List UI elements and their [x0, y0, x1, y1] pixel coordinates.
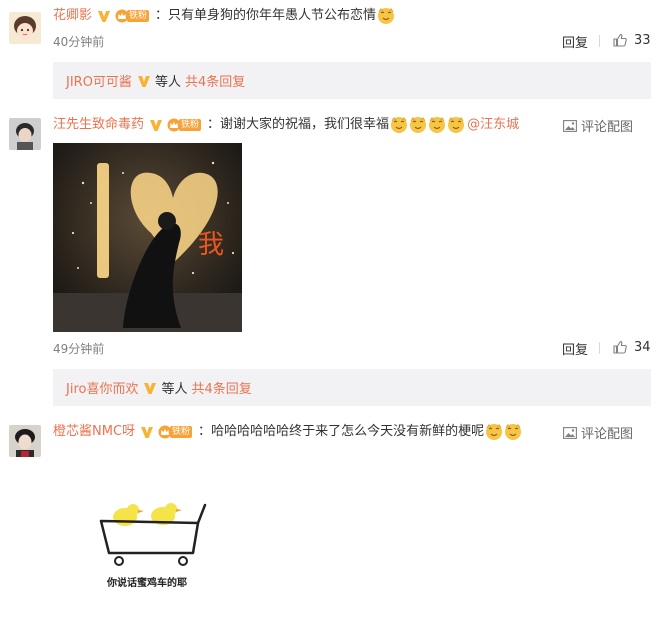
meme-caption: 你说话蜜鸡车的耶	[106, 576, 187, 589]
comment-picture-label: 评论配图	[580, 427, 633, 442]
praying-emoji-icon	[447, 116, 465, 134]
comment-photo[interactable]: 我	[53, 143, 242, 332]
comment-text: 谢谢大家的祝福，我们很幸福	[220, 117, 390, 132]
verified-v-icon	[137, 74, 151, 88]
dog-emoji-icon	[504, 423, 522, 441]
avatar[interactable]	[9, 425, 41, 457]
avatar[interactable]	[9, 118, 41, 150]
username-link[interactable]: 汪先生致命毒药	[53, 116, 144, 134]
sub-reply-count-link[interactable]: 共4条回复	[191, 378, 251, 397]
comment-photo[interactable]: 你说话蜜鸡车的耶	[53, 451, 242, 622]
like-count: 34	[634, 339, 651, 355]
verified-v-icon	[97, 9, 111, 23]
divider	[599, 35, 600, 47]
fan-badge-label: 铁粉	[179, 119, 202, 131]
sub-reply-count-link[interactable]: 共4条回复	[185, 71, 245, 90]
comment-picture-link[interactable]: 评论配图	[563, 116, 633, 135]
fan-badge[interactable]: 铁粉	[158, 425, 193, 439]
avatar[interactable]	[9, 12, 41, 44]
comment-header: 汪先生致命毒药 铁粉 ： 谢谢大家的祝福，我们很幸福 @汪东城	[53, 116, 519, 134]
comment-header: 花卿影 铁粉 ： 只有单身狗的你年年愚人节公布恋情	[53, 7, 395, 25]
picture-icon	[563, 427, 577, 439]
praying-emoji-icon	[409, 116, 427, 134]
like-button[interactable]: 33	[612, 32, 651, 48]
verified-v-icon	[149, 118, 163, 132]
praying-emoji-icon	[390, 116, 408, 134]
username-link[interactable]: 花卿影	[53, 7, 92, 25]
username-link[interactable]: 橙芯酱NMC呀	[53, 423, 135, 441]
divider	[599, 342, 600, 354]
comment-time: 40分钟前	[53, 35, 105, 49]
colon: ：	[155, 8, 169, 23]
sub-reply-text: 等人	[154, 75, 181, 90]
like-button[interactable]: 34	[612, 339, 651, 355]
photo-overlay-text: 我	[198, 230, 224, 260]
tongue-emoji-icon	[485, 423, 503, 441]
comment-picture-label: 评论配图	[580, 120, 633, 135]
comment-picture-link[interactable]: 评论配图	[563, 423, 633, 442]
comment-text: 哈哈哈哈哈哈终于来了怎么今天没有新鲜的梗呢	[211, 424, 485, 439]
verified-v-icon	[140, 425, 154, 439]
like-count: 33	[634, 32, 651, 48]
thumbs-up-icon	[612, 32, 628, 48]
verified-v-icon	[143, 381, 157, 395]
comment-text: 只有单身狗的你年年愚人节公布恋情	[168, 8, 377, 23]
mention-link[interactable]: @汪东城	[467, 116, 519, 134]
sub-reply-username[interactable]: Jiro喜你而欢	[66, 378, 138, 397]
reply-button[interactable]: 回复	[562, 32, 588, 51]
reply-button[interactable]: 回复	[562, 339, 588, 358]
fan-badge-label: 铁粉	[170, 426, 193, 438]
fan-badge[interactable]: 铁粉	[115, 9, 150, 23]
colon: ：	[207, 117, 221, 132]
colon: ：	[198, 424, 212, 439]
cat-emoji-icon	[377, 7, 395, 25]
comment-time: 49分钟前	[53, 342, 105, 356]
fan-badge-label: 铁粉	[127, 10, 150, 22]
picture-icon	[563, 120, 577, 132]
sub-reply-username[interactable]: JIRO可可酱	[66, 71, 132, 90]
praying-emoji-icon	[428, 116, 446, 134]
sub-replies-box[interactable]: JIRO可可酱 等人 共4条回复	[53, 62, 651, 99]
comment-header: 橙芯酱NMC呀 铁粉 ： 哈哈哈哈哈哈终于来了怎么今天没有新鲜的梗呢	[53, 423, 522, 441]
thumbs-up-icon	[612, 339, 628, 355]
fan-badge[interactable]: 铁粉	[167, 118, 202, 132]
sub-reply-text: 等人	[161, 382, 188, 397]
sub-replies-box[interactable]: Jiro喜你而欢 等人 共4条回复	[53, 369, 651, 406]
